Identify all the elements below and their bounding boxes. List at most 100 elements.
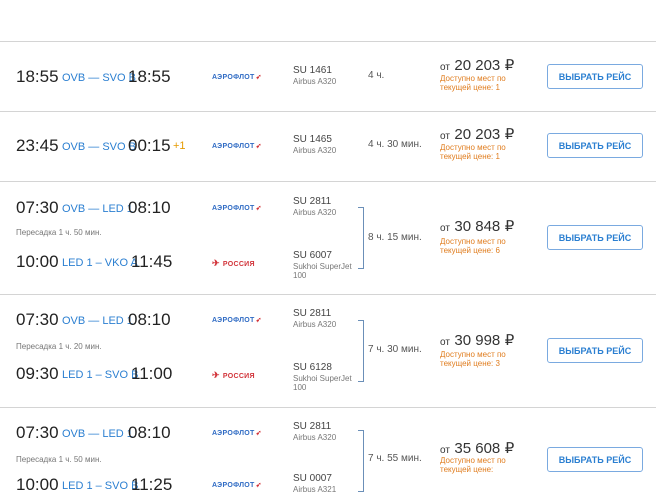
availability-label: Доступно мест по текущей цене: (440, 456, 506, 474)
select-flight-button[interactable]: ВЫБРАТЬ РЕЙС (547, 133, 643, 158)
arrival-time: 08:10 (128, 198, 171, 217)
flight-row: 07:30 OVB — LED 1 08:10 АЭРОФЛОТ➶ SU 2811 Air… (0, 295, 656, 408)
aeroflot-logo: АЭРОФЛОТ➶ (212, 481, 262, 489)
aircraft-type: Airbus A320 (293, 146, 337, 155)
aeroflot-wing-icon: ➶ (255, 205, 262, 212)
price-block: от 30 998 ₽ (440, 331, 514, 350)
price-value: 30 998 (454, 332, 501, 349)
flight-number: SU 0007 (293, 473, 332, 484)
aircraft-type: Sukhoi SuperJet 100 (293, 262, 352, 280)
flight-row: 23:45 OVB — SVO B 00:15 +1 АЭРОФЛОТ➶ SU 1465 A… (0, 112, 656, 182)
airline-logo-text: РОССИЯ (222, 261, 255, 268)
aircraft-type: Airbus A320 (293, 77, 337, 86)
price-block: от 20 203 ₽ (440, 56, 514, 75)
select-flight-button[interactable]: ВЫБРАТЬ РЕЙС (547, 338, 643, 363)
flight-duration: 4 ч. (368, 70, 385, 81)
airline-logo-text: АЭРОФЛОТ (212, 74, 255, 81)
seats-count: 1 (495, 152, 500, 161)
seats-count: 1 (495, 83, 500, 92)
price-value: 30 848 (454, 218, 501, 235)
flight-number: SU 2811 (293, 196, 332, 207)
seat-availability: Доступно мест по текущей цене: 3 (440, 350, 535, 368)
route-airports: OVB — LED 1 (62, 428, 133, 440)
departure-time: 07:30 (16, 423, 59, 442)
arrival-time: 08:10 (128, 310, 171, 329)
aeroflot-logo: АЭРОФЛОТ➶ (212, 429, 262, 437)
airline-logo-text: АЭРОФЛОТ (212, 317, 255, 324)
price-block: от 30 848 ₽ (440, 217, 514, 236)
seats-count: 3 (495, 359, 500, 368)
flight-number: SU 1465 (293, 134, 332, 145)
flight-duration: 8 ч. 15 мин. (368, 232, 422, 243)
price-from-label: от (440, 337, 450, 348)
airline-logo-text: АЭРОФЛОТ (212, 143, 255, 150)
select-flight-button[interactable]: ВЫБРАТЬ РЕЙС (547, 64, 643, 89)
flight-duration: 7 ч. 55 мин. (368, 453, 422, 464)
transfer-info: Пересадка 1 ч. 20 мин. (16, 342, 102, 351)
departure-time: 09:30 (16, 364, 59, 383)
aeroflot-wing-icon: ➶ (255, 74, 262, 81)
aeroflot-wing-icon: ➶ (255, 143, 262, 150)
rossiya-logo: ✈ РОССИЯ (212, 258, 255, 269)
transfer-info: Пересадка 1 ч. 50 мин. (16, 228, 102, 237)
route-airports: OVB — LED 1 (62, 203, 133, 215)
next-day-badge: +1 (173, 140, 186, 152)
aeroflot-logo: АЭРОФЛОТ➶ (212, 204, 262, 212)
price-value: 35 608 (454, 440, 501, 457)
airline-logo-text: АЭРОФЛОТ (212, 430, 255, 437)
rossiya-emblem-icon: ✈ (212, 258, 220, 268)
departure-time: 10:00 (16, 252, 59, 271)
aeroflot-wing-icon: ➶ (255, 430, 262, 437)
arrival-time: 00:15 (128, 136, 171, 155)
currency-sign: ₽ (504, 332, 515, 349)
aircraft-type: Sukhoi SuperJet 100 (293, 374, 352, 392)
aircraft-type: Airbus A320 (293, 320, 337, 329)
airline-logo-text: АЭРОФЛОТ (212, 482, 255, 489)
route-airports: LED 1 – SVO B (62, 480, 139, 492)
route-airports: LED 1 – SVO B (62, 369, 139, 381)
price-block: от 20 203 ₽ (440, 125, 514, 144)
flight-duration: 4 ч. 30 мин. (368, 139, 422, 150)
price-from-label: от (440, 62, 450, 73)
connection-bracket (358, 320, 364, 382)
flight-row: 10:15OVB — SVO B10:45АЭРОФЛОТ➶SU 1307Air… (0, 0, 656, 42)
currency-sign: ₽ (504, 440, 515, 457)
route-airports: OVB — LED 1 (62, 315, 133, 327)
route-airports: OVB — SVO B (62, 72, 136, 84)
flight-number: SU 1461 (293, 65, 332, 76)
rossiya-emblem-icon: ✈ (212, 370, 220, 380)
seat-availability: Доступно мест по текущей цене: 6 (440, 237, 535, 255)
flight-number: SU 2811 (293, 421, 332, 432)
departure-time: 07:30 (16, 310, 59, 329)
select-flight-button[interactable]: ВЫБРАТЬ РЕЙС (547, 447, 643, 472)
currency-sign: ₽ (504, 126, 515, 143)
price-value: 20 203 (454, 57, 501, 74)
departure-time: 18:55 (16, 67, 59, 86)
seats-count: 6 (495, 246, 500, 255)
connection-bracket (358, 430, 364, 492)
price-from-label: от (440, 445, 450, 456)
aircraft-type: Airbus A321 (293, 485, 337, 492)
arrival-time: 11:45 (131, 252, 173, 271)
aeroflot-logo: АЭРОФЛОТ➶ (212, 316, 262, 324)
arrival-time: 18:55 (128, 67, 171, 86)
flight-results-list: 10:15OVB — SVO B10:45АЭРОФЛОТ➶SU 1307Air… (0, 0, 656, 492)
flight-duration: 7 ч. 30 мин. (368, 344, 422, 355)
arrival-time: 08:10 (128, 423, 171, 442)
departure-time: 23:45 (16, 136, 59, 155)
flight-row: 07:30 OVB — LED 1 08:10 АЭРОФЛОТ➶ SU 2811 Air… (0, 182, 656, 295)
aircraft-type: Airbus A320 (293, 433, 337, 442)
route-airports: OVB — SVO B (62, 141, 136, 153)
aeroflot-wing-icon: ➶ (255, 317, 262, 324)
aircraft-type: Airbus A320 (293, 208, 337, 217)
arrival-time: 11:25 (131, 475, 173, 492)
price-value: 20 203 (454, 126, 501, 143)
flight-row: 07:30 OVB — LED 1 08:10 АЭРОФЛОТ➶ SU 2811 Air… (0, 408, 656, 492)
flight-number: SU 2811 (293, 308, 332, 319)
seat-availability: Доступно мест по текущей цене: (440, 456, 535, 474)
arrival-time: 11:00 (131, 364, 173, 383)
currency-sign: ₽ (504, 57, 515, 74)
price-from-label: от (440, 131, 450, 142)
select-flight-button[interactable]: ВЫБРАТЬ РЕЙС (547, 225, 643, 250)
price-from-label: от (440, 223, 450, 234)
